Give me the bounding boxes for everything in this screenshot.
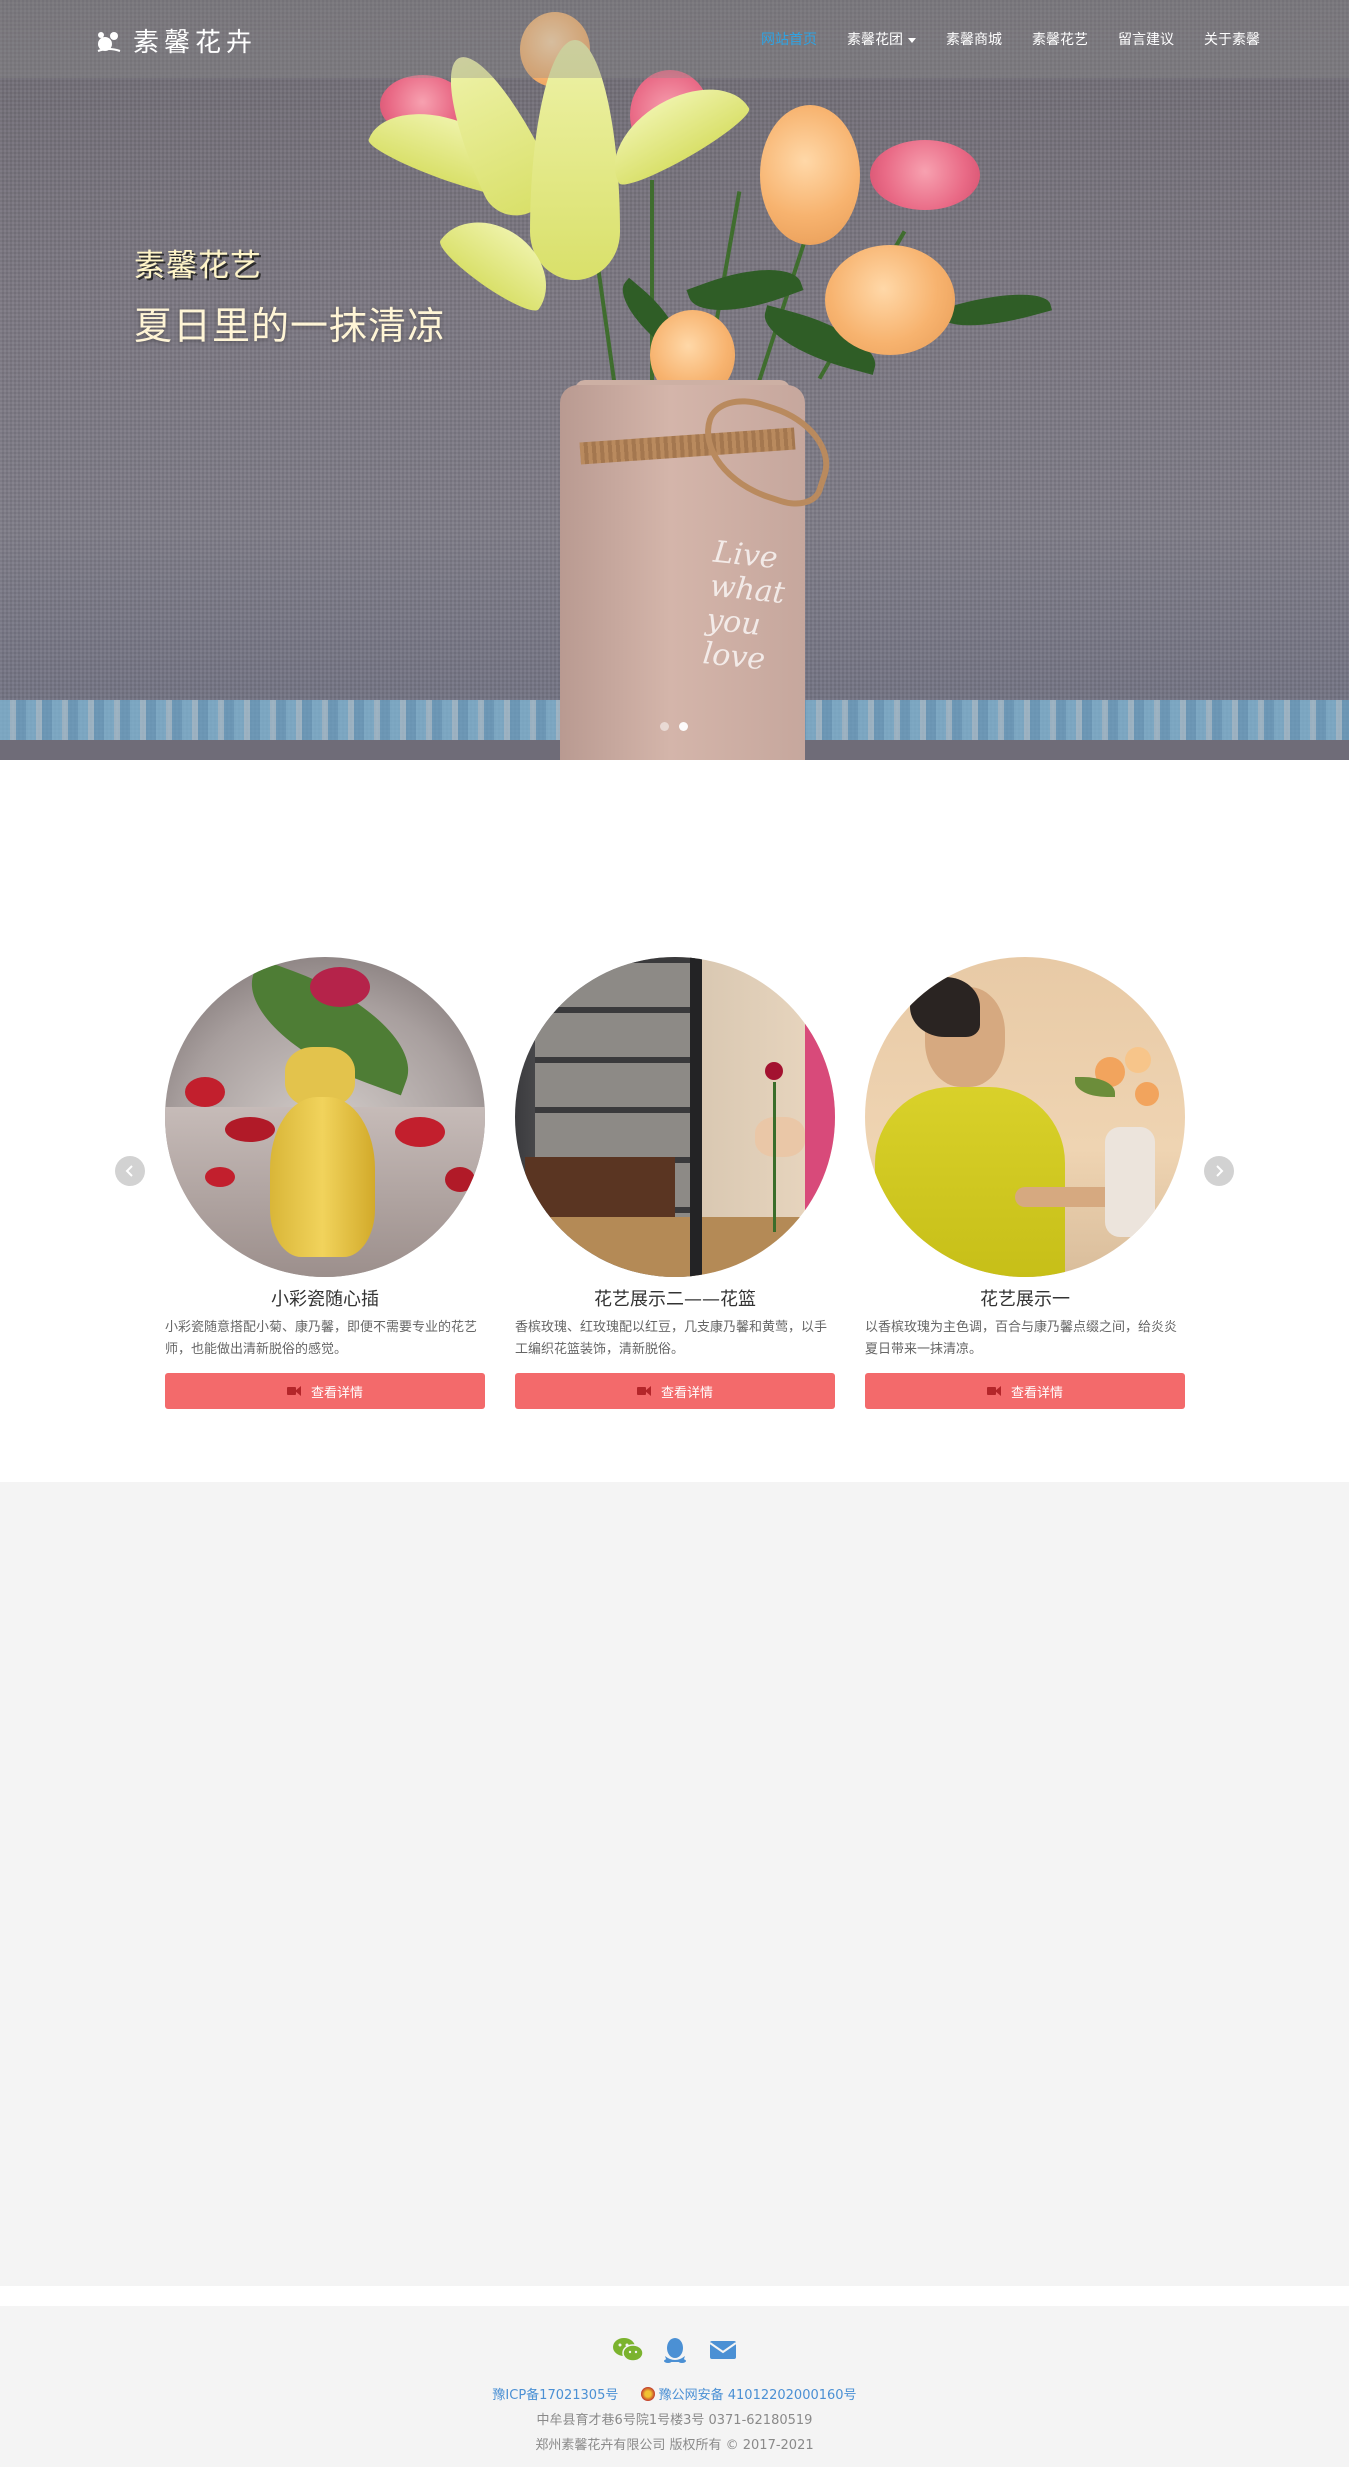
card-title: 花艺展示一 — [980, 1289, 1070, 1310]
wechat-icon[interactable] — [612, 2336, 644, 2364]
card-description: 香槟玫瑰、红玫瑰配以红豆，几支康乃馨和黄莺，以手工编织花篮装饰，清新脱俗。 — [515, 1320, 828, 1357]
card-description: 小彩瓷随意搭配小菊、康乃馨，即便不需要专业的花艺师，也能做出清新脱俗的感觉。 — [165, 1320, 478, 1357]
empty-content-section — [0, 1482, 1349, 2286]
button-label: 查看详情 — [310, 1385, 363, 1401]
nav-item-feedback[interactable]: 留言建议 — [1118, 29, 1174, 49]
card-image-yellow-vase[interactable] — [165, 957, 485, 1277]
lotus-logo-icon — [95, 27, 123, 55]
card-title: 小彩瓷随心插 — [271, 1289, 379, 1310]
qq-icon[interactable] — [660, 2336, 690, 2364]
hero-title: 夏日里的一抹清凉 — [134, 304, 447, 348]
showcase-section: 小彩瓷随心插 小彩瓷随意搭配小菊、康乃馨，即便不需要专业的花艺师，也能做出清新脱… — [0, 760, 1349, 1482]
footer-address: 中牟县育才巷6号院1号楼3号 0371-62180519 — [536, 2413, 813, 2428]
video-camera-icon — [286, 1386, 301, 1396]
police-record-link[interactable]: 豫公网安备 41012202000160号 — [659, 2388, 857, 2403]
showcase-card: 花艺展示二——花篮 香槟玫瑰、红玫瑰配以红豆，几支康乃馨和黄莺，以手工编织花篮装… — [515, 957, 835, 1409]
carousel-dot-1[interactable] — [660, 722, 669, 731]
section-divider — [0, 2286, 1349, 2306]
view-details-button[interactable]: 查看详情 — [515, 1373, 835, 1409]
vase-script-text: Live what you love — [701, 534, 787, 678]
carousel-prev-button[interactable] — [115, 1156, 145, 1186]
hero-brand-text: 素馨花艺 — [134, 248, 262, 284]
card-image-flower-basket[interactable] — [515, 957, 835, 1277]
nav-item-home[interactable]: 网站首页 — [761, 29, 817, 49]
chevron-left-icon — [125, 1165, 133, 1177]
rose-flower — [825, 245, 955, 355]
carousel-dot-2[interactable] — [679, 722, 688, 731]
view-details-button[interactable]: 查看详情 — [865, 1373, 1185, 1409]
icp-link[interactable]: 豫ICP备17021305号 — [492, 2388, 618, 2403]
nav-item-about[interactable]: 关于素馨 — [1204, 29, 1260, 49]
chevron-right-icon — [1216, 1165, 1224, 1177]
nav-item-flower-group[interactable]: 素馨花团 — [847, 29, 916, 49]
nav-item-floral-art[interactable]: 素馨花艺 — [1032, 29, 1088, 49]
carousel-next-button[interactable] — [1204, 1156, 1234, 1186]
button-label: 查看详情 — [660, 1385, 713, 1401]
showcase-card: 花艺展示一 以香槟玫瑰为主色调，百合与康乃馨点缀之间，给炎炎夏日带来一抹清凉。 … — [865, 957, 1185, 1409]
video-camera-icon — [636, 1386, 651, 1396]
nav-item-shop[interactable]: 素馨商城 — [946, 29, 1002, 49]
button-label: 查看详情 — [1010, 1385, 1063, 1401]
carousel-indicators — [660, 722, 688, 731]
footer-registration: 豫ICP备17021305号 豫公网安备 41012202000160号 — [0, 2384, 1349, 2403]
video-camera-icon — [986, 1386, 1001, 1396]
logo-text: 素馨花卉 — [133, 28, 258, 58]
caret-down-icon — [908, 37, 916, 43]
card-title: 花艺展示二——花篮 — [594, 1289, 756, 1310]
card-description: 以香槟玫瑰为主色调，百合与康乃馨点缀之间，给炎炎夏日带来一抹清凉。 — [865, 1320, 1178, 1357]
hero-banner: Live what you love 素馨花艺 夏日里的一抹清凉 — [0, 0, 1349, 760]
flower-leaf — [937, 281, 1053, 339]
main-nav: 网站首页 素馨花团 素馨商城 素馨花艺 留言建议 关于素馨 — [760, 29, 1260, 49]
social-icons — [0, 2336, 1349, 2364]
carnation-flower — [870, 140, 980, 210]
email-icon[interactable] — [708, 2336, 738, 2364]
police-badge-icon — [640, 2387, 655, 2401]
card-image-florist-woman[interactable] — [865, 957, 1185, 1277]
site-footer: 豫ICP备17021305号 豫公网安备 41012202000160号 中牟县… — [0, 2306, 1349, 2467]
site-logo[interactable]: 素馨花卉 — [95, 22, 257, 59]
hero-caption: 素馨花艺 夏日里的一抹清凉 — [134, 240, 446, 350]
view-details-button[interactable]: 查看详情 — [165, 1373, 485, 1409]
showcase-card: 小彩瓷随心插 小彩瓷随意搭配小菊、康乃馨，即便不需要专业的花艺师，也能做出清新脱… — [165, 957, 485, 1409]
rose-flower — [760, 105, 860, 245]
footer-copyright: 郑州素馨花卉有限公司 版权所有 © 2017-2021 — [535, 2438, 814, 2453]
top-navbar: 素馨花卉 网站首页 素馨花团 素馨商城 素馨花艺 留言建议 关于素馨 — [0, 0, 1349, 78]
nav-item-label: 素馨花团 — [847, 32, 903, 48]
